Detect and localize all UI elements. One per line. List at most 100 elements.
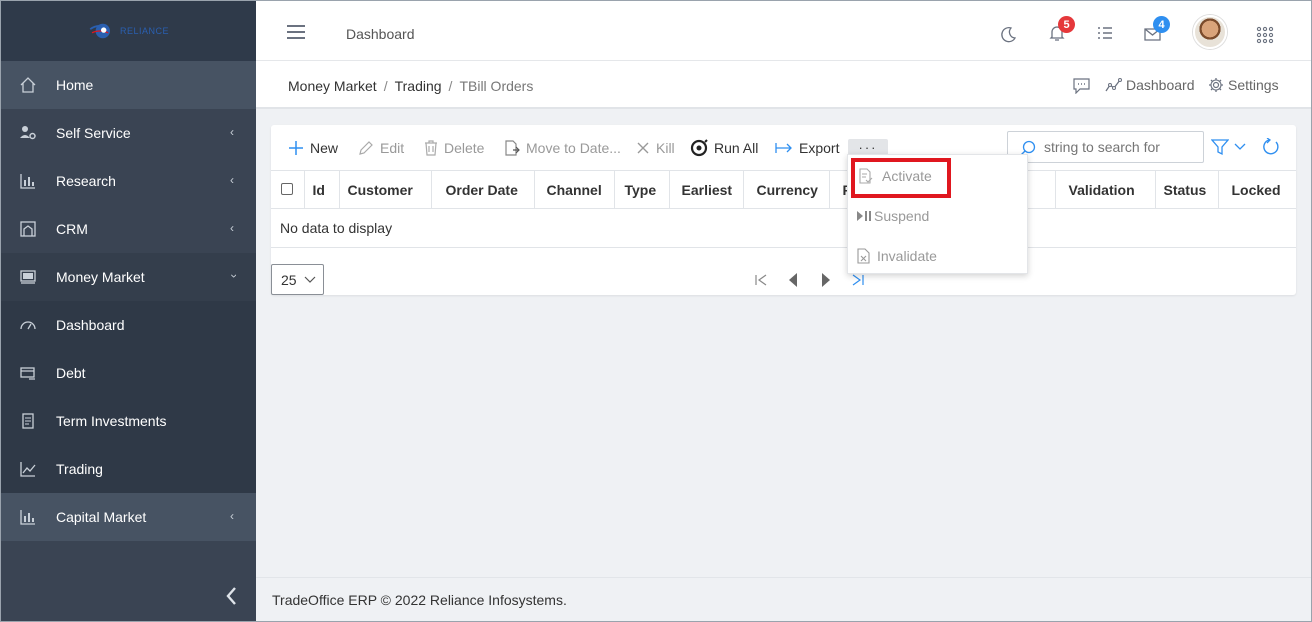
settings-link[interactable]: Settings — [1208, 77, 1279, 93]
money-icon — [19, 268, 37, 286]
sidebar-item-label: Debt — [56, 365, 86, 381]
sidebar-item-term-investments[interactable]: Term Investments — [1, 397, 256, 445]
menu-item-invalidate[interactable]: Invalidate — [856, 246, 937, 266]
edit-button-label: Edit — [380, 140, 405, 156]
new-button[interactable]: New — [288, 138, 338, 158]
top-bar: Dashboard 5 4 — [256, 1, 1311, 61]
export-button[interactable]: Export — [775, 138, 839, 158]
sidebar-item-research[interactable]: Research ‹ — [1, 157, 256, 205]
kill-button-label: Kill — [656, 140, 675, 156]
run-all-label: Run All — [714, 140, 759, 156]
breadcrumb-item-money-market[interactable]: Money Market — [288, 78, 377, 94]
table-row-empty: No data to display — [271, 208, 1296, 248]
sidebar-item-crm[interactable]: CRM ‹ — [1, 205, 256, 253]
bar-chart-icon — [19, 508, 37, 526]
col-type[interactable]: Type — [614, 170, 670, 209]
more-actions-button[interactable]: ··· — [848, 139, 888, 155]
pencil-icon — [359, 141, 373, 155]
chevron-left-icon: ‹ — [230, 509, 234, 523]
col-order-date[interactable]: Order Date — [431, 170, 535, 209]
sidebar-item-label: Term Investments — [56, 413, 167, 429]
sidebar-item-dashboard[interactable]: Dashboard — [1, 301, 256, 349]
col-earliest[interactable]: Earliest — [669, 170, 744, 209]
first-page-icon[interactable] — [754, 273, 768, 287]
page-title: Dashboard — [346, 26, 415, 42]
comment-icon[interactable] — [1073, 78, 1090, 94]
apps-grid-icon[interactable] — [1256, 26, 1276, 46]
delete-button-label: Delete — [444, 140, 485, 156]
line-chart-icon — [19, 460, 37, 478]
sidebar-item-debt[interactable]: Debt — [1, 349, 256, 397]
card-icon — [19, 364, 37, 382]
kill-button[interactable]: Kill — [636, 138, 675, 158]
next-page-icon[interactable] — [820, 272, 832, 288]
menu-item-suspend[interactable]: Suspend — [856, 206, 929, 226]
chevron-left-icon: ‹ — [230, 173, 234, 187]
pause-play-icon — [857, 211, 871, 221]
move-to-date-button[interactable]: Move to Date... — [504, 138, 621, 158]
breadcrumb-item-trading[interactable]: Trading — [395, 78, 442, 94]
chevron-down-icon: ‹ — [226, 274, 240, 278]
collapse-sidebar-icon[interactable] — [223, 585, 241, 607]
sidebar-item-self-service[interactable]: Self Service ‹ — [1, 109, 256, 157]
export-arrow-icon — [775, 143, 792, 153]
logo-bar: RELIANCE — [1, 1, 256, 61]
menu-item-activate[interactable]: Activate — [857, 166, 932, 186]
search-box[interactable] — [1007, 131, 1204, 163]
delete-button[interactable]: Delete — [424, 138, 484, 158]
run-all-icon — [690, 139, 708, 157]
col-validation[interactable]: Validation — [1055, 170, 1156, 209]
menu-toggle-icon[interactable] — [287, 25, 305, 39]
task-list-icon[interactable] — [1096, 24, 1116, 44]
more-actions-menu: Activate Suspend Invalidate — [847, 154, 1028, 274]
sidebar-item-capital-market[interactable]: Capital Market ‹ — [1, 493, 256, 541]
activate-icon — [859, 168, 873, 184]
menu-item-label: Activate — [882, 168, 932, 184]
export-button-label: Export — [799, 140, 840, 156]
chevron-down-icon[interactable] — [1234, 143, 1246, 151]
close-icon — [637, 142, 649, 154]
breadcrumb-current: TBill Orders — [459, 78, 534, 94]
page-size-value: 25 — [281, 271, 297, 288]
col-id[interactable]: Id — [304, 170, 340, 209]
breadcrumb-separator: / — [448, 78, 453, 94]
previous-page-icon[interactable] — [787, 272, 799, 288]
search-input[interactable] — [1044, 139, 1194, 155]
breadcrumb-bar: Money Market / Trading / TBill Orders Dashbo… — [256, 61, 1311, 109]
settings-link-label: Settings — [1228, 77, 1279, 93]
user-avatar[interactable] — [1193, 15, 1227, 49]
dashboard-link-label: Dashboard — [1126, 77, 1195, 93]
sidebar: RELIANCE Home Self Service ‹ Research ‹ — [1, 1, 256, 621]
run-all-button[interactable]: Run All — [690, 138, 758, 158]
empty-message: No data to display — [271, 208, 1296, 248]
company-logo[interactable]: RELIANCE — [88, 22, 169, 40]
page-size-select[interactable]: 25 — [271, 264, 324, 295]
refresh-icon[interactable] — [1262, 138, 1280, 156]
col-locked[interactable]: Locked — [1218, 170, 1296, 209]
plus-icon — [289, 141, 303, 155]
col-customer[interactable]: Customer — [339, 170, 432, 209]
gear-icon — [1209, 78, 1223, 92]
sidebar-item-label: CRM — [56, 221, 88, 237]
sidebar-item-trading[interactable]: Trading — [1, 445, 256, 493]
col-status[interactable]: Status — [1155, 170, 1219, 209]
menu-item-label: Invalidate — [877, 248, 937, 264]
sidebar-item-money-market[interactable]: Money Market ‹ — [1, 253, 256, 301]
select-all-checkbox[interactable] — [281, 182, 293, 195]
new-button-label: New — [310, 140, 339, 156]
last-page-icon[interactable] — [851, 273, 865, 287]
dashboard-link[interactable]: Dashboard — [1105, 77, 1195, 93]
col-channel[interactable]: Channel — [534, 170, 615, 209]
messages-badge: 4 — [1153, 16, 1170, 33]
move-document-icon — [505, 139, 520, 156]
chevron-left-icon: ‹ — [230, 221, 234, 235]
sidebar-item-home[interactable]: Home — [1, 61, 256, 109]
app-window: RELIANCE Home Self Service ‹ Research ‹ — [0, 0, 1312, 622]
edit-button[interactable]: Edit — [358, 138, 404, 158]
moon-icon[interactable] — [998, 25, 1018, 45]
col-currency[interactable]: Currency — [743, 170, 830, 209]
sidebar-item-label: Money Market — [56, 269, 145, 285]
filter-icon[interactable] — [1211, 139, 1229, 156]
move-to-date-label: Move to Date... — [526, 140, 621, 156]
sidebar-footer — [1, 547, 256, 621]
